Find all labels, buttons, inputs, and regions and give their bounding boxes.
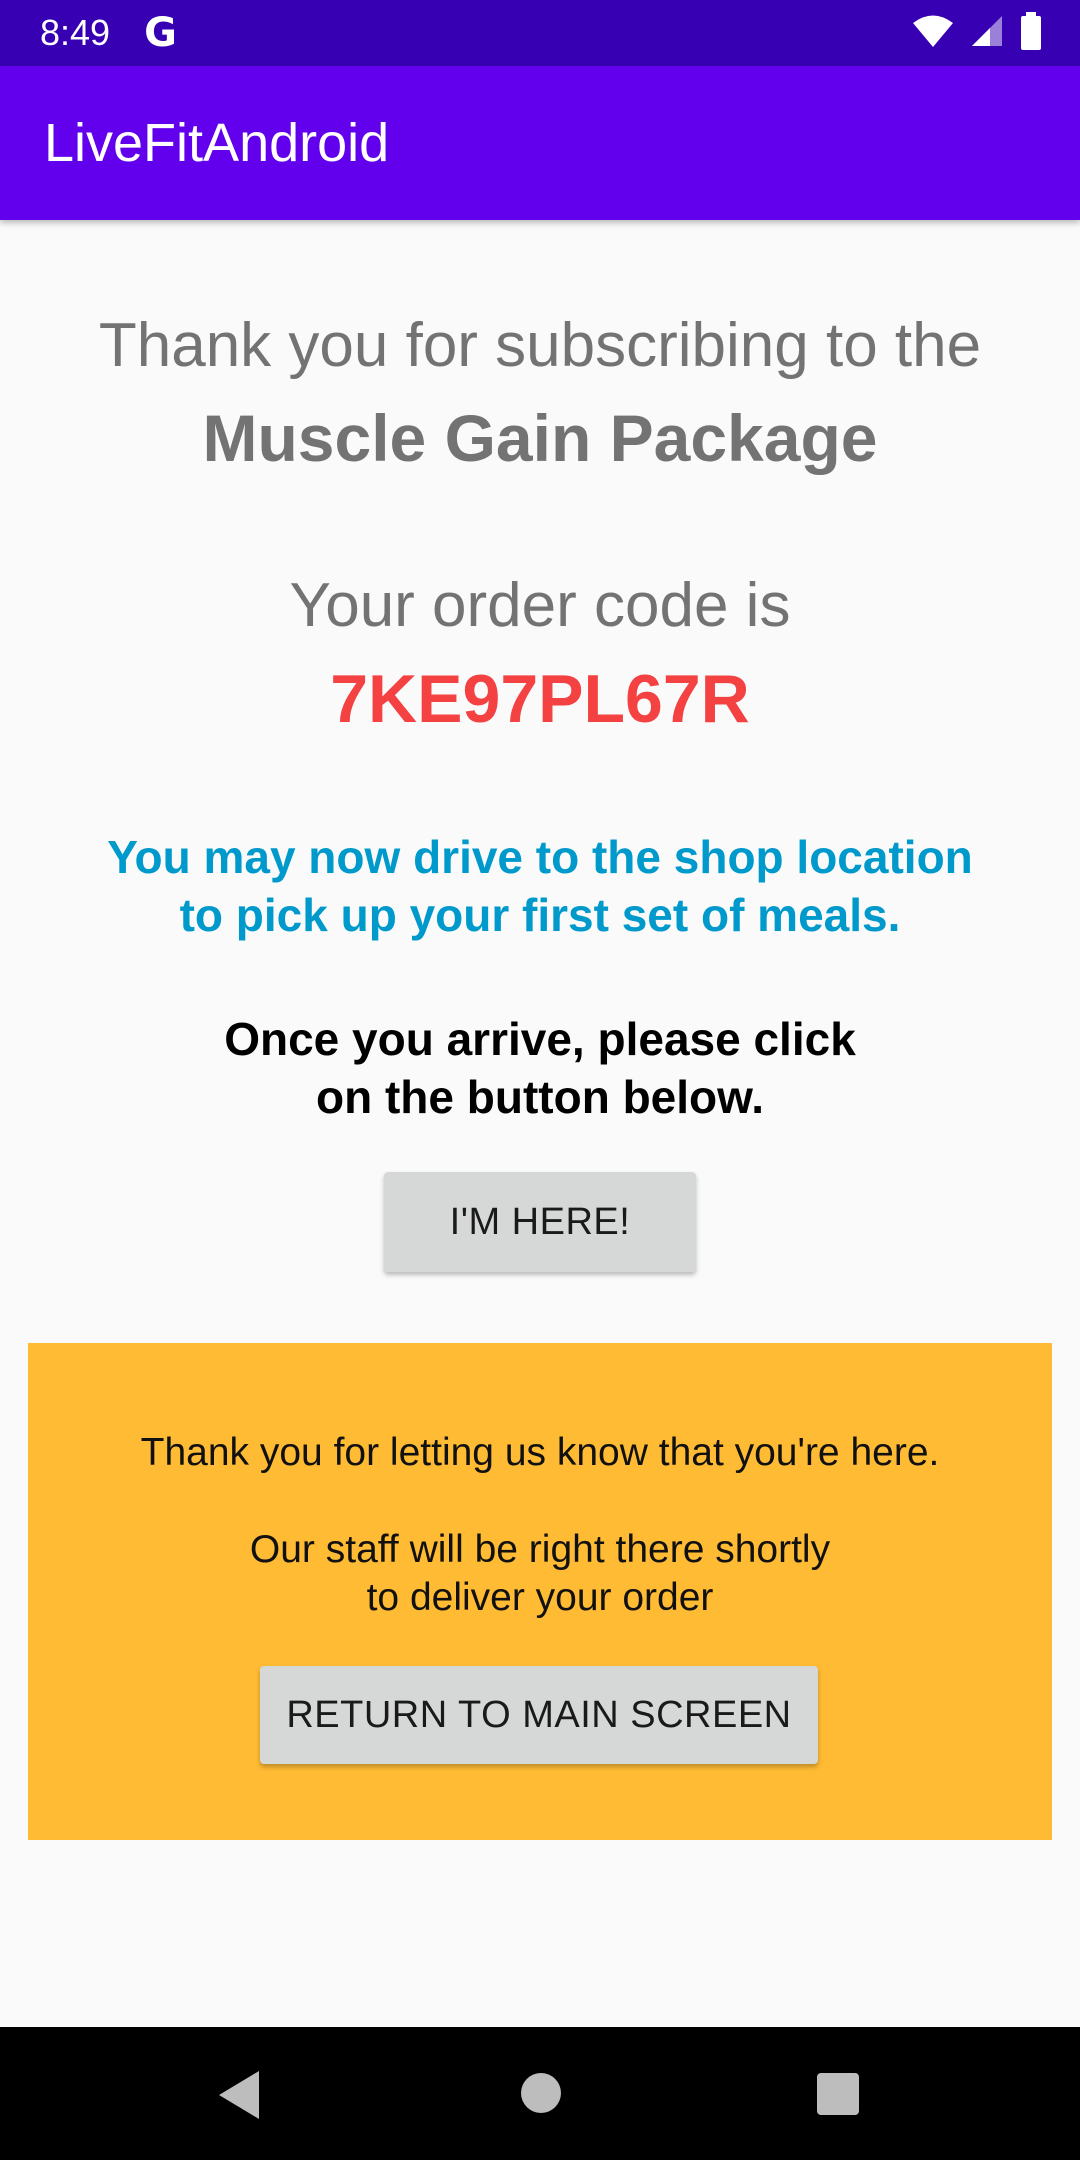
wifi-icon <box>912 14 954 53</box>
arrival-instructions: Once you arrive, please click on the but… <box>0 1010 1080 1126</box>
status-bar: 8:49 G <box>0 0 1080 66</box>
arrival-confirmation-panel: Thank you for letting us know that you'r… <box>28 1343 1052 1840</box>
battery-icon <box>1020 11 1042 55</box>
pickup-instructions: You may now drive to the shop location t… <box>0 828 1080 944</box>
im-here-button[interactable]: I'M HERE! <box>384 1172 696 1272</box>
order-code-label: Your order code is <box>289 571 791 640</box>
app-screen: 8:49 G LiveFitAndroid Thank you for subs… <box>0 0 1080 2160</box>
status-icons <box>912 0 1042 66</box>
cell-signal-icon <box>970 14 1004 53</box>
return-to-main-button[interactable]: RETURN TO MAIN SCREEN <box>260 1666 818 1764</box>
system-nav-bar <box>0 2027 1080 2160</box>
app-bar: LiveFitAndroid <box>0 66 1080 220</box>
staff-delivery-line1: Our staff will be right there shortly <box>249 1528 831 1571</box>
staff-delivery-line2: to deliver your order <box>366 1576 714 1619</box>
google-g-icon: G <box>144 10 177 56</box>
recents-icon[interactable] <box>817 2073 859 2115</box>
status-time: 8:49 <box>40 12 111 53</box>
back-icon[interactable] <box>219 2071 259 2119</box>
pickup-instructions-line1: You may now drive to the shop location <box>107 831 973 883</box>
arrival-instructions-line2: on the button below. <box>316 1071 764 1123</box>
home-icon[interactable] <box>521 2073 561 2113</box>
app-title: LiveFitAndroid <box>44 113 390 173</box>
order-code: 7KE97PL67R <box>330 661 750 737</box>
subscription-thanks-text: Thank you for subscribing to the <box>98 311 982 380</box>
staff-delivery-text: Our staff will be right there shortly to… <box>28 1526 1052 1622</box>
arrival-instructions-line1: Once you arrive, please click <box>224 1013 856 1065</box>
pickup-instructions-line2: to pick up your first set of meals. <box>179 889 901 941</box>
package-name: Muscle Gain Package <box>202 401 878 475</box>
arrival-confirmation-text: Thank you for letting us know that you'r… <box>140 1431 940 1474</box>
